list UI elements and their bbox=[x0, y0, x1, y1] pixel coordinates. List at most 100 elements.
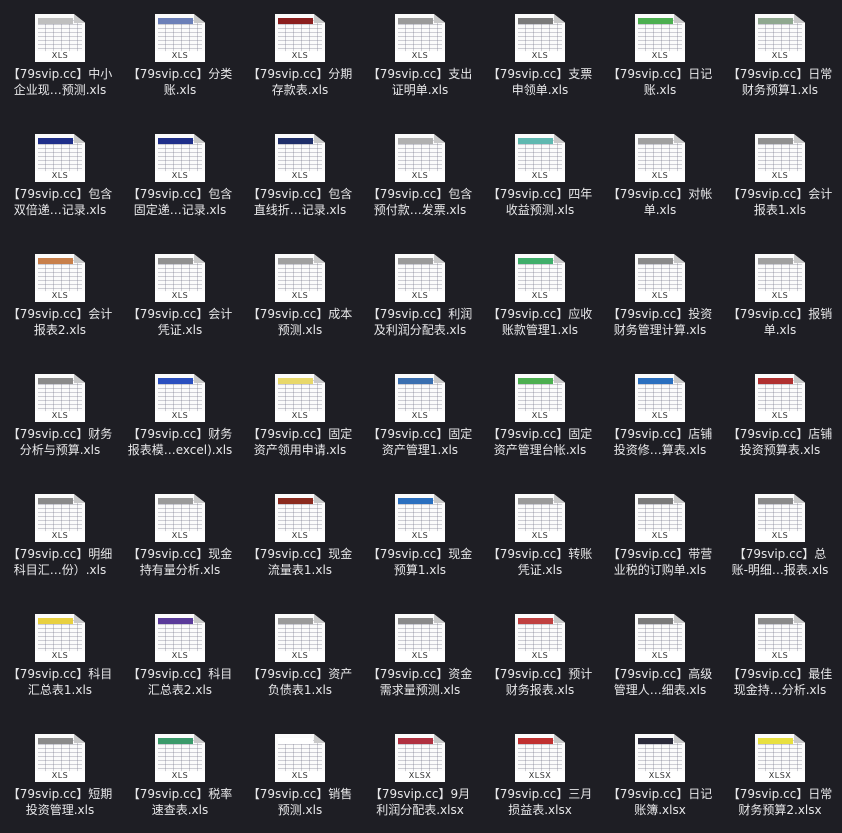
file-name-label[interactable]: 【79svip.cc】固定 资产领用申请.xls bbox=[240, 426, 360, 458]
file-item[interactable]: XLS 【79svip.cc】应收 账款管理1.xls bbox=[480, 240, 600, 350]
spreadsheet-file-icon[interactable]: XLS bbox=[635, 374, 685, 422]
file-name-label[interactable]: 【79svip.cc】销售 预测.xls bbox=[240, 786, 360, 818]
file-item[interactable]: XLS 【79svip.cc】总 账-明细…报表.xls bbox=[720, 480, 840, 590]
file-name-label[interactable]: 【79svip.cc】报销 单.xls bbox=[720, 306, 840, 338]
file-item[interactable]: XLS 【79svip.cc】现金 持有量分析.xls bbox=[120, 480, 240, 590]
spreadsheet-file-icon[interactable]: XLS bbox=[755, 14, 805, 62]
file-name-label[interactable]: 【79svip.cc】包含 预付款…发票.xls bbox=[360, 186, 480, 218]
file-item[interactable]: XLS 【79svip.cc】现金 预算1.xls bbox=[360, 480, 480, 590]
spreadsheet-file-icon[interactable]: XLS bbox=[515, 494, 565, 542]
file-name-label[interactable]: 【79svip.cc】短期 投资管理.xls bbox=[0, 786, 120, 818]
file-item[interactable]: XLS 【79svip.cc】财务 报表模…excel).xls bbox=[120, 360, 240, 470]
file-item[interactable]: XLSX 【79svip.cc】日常 财务预算2.xlsx bbox=[720, 720, 840, 830]
file-name-label[interactable]: 【79svip.cc】科目 汇总表1.xls bbox=[0, 666, 120, 698]
spreadsheet-file-icon[interactable]: XLS bbox=[395, 494, 445, 542]
file-name-label[interactable]: 【79svip.cc】支票 申领单.xls bbox=[480, 66, 600, 98]
file-item[interactable]: XLS 【79svip.cc】店铺 投资预算表.xls bbox=[720, 360, 840, 470]
file-item[interactable]: XLS 【79svip.cc】分期 存款表.xls bbox=[240, 0, 360, 110]
spreadsheet-file-icon[interactable]: XLS bbox=[635, 254, 685, 302]
spreadsheet-file-icon[interactable]: XLS bbox=[635, 614, 685, 662]
file-item[interactable]: XLS 【79svip.cc】成本 预测.xls bbox=[240, 240, 360, 350]
file-item[interactable]: XLS 【79svip.cc】预计 财务报表.xls bbox=[480, 600, 600, 710]
file-name-label[interactable]: 【79svip.cc】财务 报表模…excel).xls bbox=[120, 426, 240, 458]
file-name-label[interactable]: 【79svip.cc】支出 证明单.xls bbox=[360, 66, 480, 98]
spreadsheet-file-icon[interactable]: XLS bbox=[35, 374, 85, 422]
file-item[interactable]: XLS 【79svip.cc】转账 凭证.xls bbox=[480, 480, 600, 590]
file-name-label[interactable]: 【79svip.cc】利润 及利润分配表.xls bbox=[360, 306, 480, 338]
spreadsheet-file-icon[interactable]: XLS bbox=[515, 14, 565, 62]
spreadsheet-file-icon[interactable]: XLSX bbox=[515, 734, 565, 782]
spreadsheet-file-icon[interactable]: XLS bbox=[35, 254, 85, 302]
file-item[interactable]: XLS 【79svip.cc】报销 单.xls bbox=[720, 240, 840, 350]
file-name-label[interactable]: 【79svip.cc】成本 预测.xls bbox=[240, 306, 360, 338]
file-item[interactable]: XLS 【79svip.cc】科目 汇总表2.xls bbox=[120, 600, 240, 710]
spreadsheet-file-icon[interactable]: XLS bbox=[275, 734, 325, 782]
file-name-label[interactable]: 【79svip.cc】分期 存款表.xls bbox=[240, 66, 360, 98]
spreadsheet-file-icon[interactable]: XLS bbox=[635, 134, 685, 182]
spreadsheet-file-icon[interactable]: XLS bbox=[275, 134, 325, 182]
file-name-label[interactable]: 【79svip.cc】包含 固定递…记录.xls bbox=[120, 186, 240, 218]
file-item[interactable]: XLS 【79svip.cc】中小 企业现…预测.xls bbox=[0, 0, 120, 110]
file-item[interactable]: XLS 【79svip.cc】投资 财务管理计算.xls bbox=[600, 240, 720, 350]
file-name-label[interactable]: 【79svip.cc】四年 收益预测.xls bbox=[480, 186, 600, 218]
spreadsheet-file-icon[interactable]: XLS bbox=[755, 614, 805, 662]
file-item[interactable]: XLS 【79svip.cc】带营 业税的订购单.xls bbox=[600, 480, 720, 590]
spreadsheet-file-icon[interactable]: XLS bbox=[755, 254, 805, 302]
spreadsheet-file-icon[interactable]: XLS bbox=[155, 254, 205, 302]
file-name-label[interactable]: 【79svip.cc】日记 账簿.xlsx bbox=[600, 786, 720, 818]
file-item[interactable]: XLS 【79svip.cc】会计 报表2.xls bbox=[0, 240, 120, 350]
file-name-label[interactable]: 【79svip.cc】日常 财务预算1.xls bbox=[720, 66, 840, 98]
file-name-label[interactable]: 【79svip.cc】资产 负债表1.xls bbox=[240, 666, 360, 698]
spreadsheet-file-icon[interactable]: XLS bbox=[35, 134, 85, 182]
file-item[interactable]: XLS 【79svip.cc】包含 固定递…记录.xls bbox=[120, 120, 240, 230]
file-item[interactable]: XLSX 【79svip.cc】9月 利润分配表.xlsx bbox=[360, 720, 480, 830]
file-name-label[interactable]: 【79svip.cc】分类 账.xls bbox=[120, 66, 240, 98]
spreadsheet-file-icon[interactable]: XLS bbox=[635, 494, 685, 542]
file-name-label[interactable]: 【79svip.cc】三月 损益表.xlsx bbox=[480, 786, 600, 818]
file-item[interactable]: XLS 【79svip.cc】高级 管理人…细表.xls bbox=[600, 600, 720, 710]
file-item[interactable]: XLS 【79svip.cc】支票 申领单.xls bbox=[480, 0, 600, 110]
spreadsheet-file-icon[interactable]: XLS bbox=[155, 614, 205, 662]
spreadsheet-file-icon[interactable]: XLS bbox=[275, 14, 325, 62]
spreadsheet-file-icon[interactable]: XLS bbox=[755, 374, 805, 422]
spreadsheet-file-icon[interactable]: XLS bbox=[395, 254, 445, 302]
file-item[interactable]: XLS 【79svip.cc】支出 证明单.xls bbox=[360, 0, 480, 110]
spreadsheet-file-icon[interactable]: XLS bbox=[35, 14, 85, 62]
spreadsheet-file-icon[interactable]: XLS bbox=[155, 734, 205, 782]
file-name-label[interactable]: 【79svip.cc】税率 速查表.xls bbox=[120, 786, 240, 818]
spreadsheet-file-icon[interactable]: XLS bbox=[155, 14, 205, 62]
file-name-label[interactable]: 【79svip.cc】中小 企业现…预测.xls bbox=[0, 66, 120, 98]
file-item[interactable]: XLS 【79svip.cc】固定 资产领用申请.xls bbox=[240, 360, 360, 470]
file-item[interactable]: XLS 【79svip.cc】销售 预测.xls bbox=[240, 720, 360, 830]
spreadsheet-file-icon[interactable]: XLSX bbox=[755, 734, 805, 782]
file-name-label[interactable]: 【79svip.cc】固定 资产管理台帐.xls bbox=[480, 426, 600, 458]
file-name-label[interactable]: 【79svip.cc】明细 科目汇…份）.xls bbox=[0, 546, 120, 578]
file-item[interactable]: XLS 【79svip.cc】最佳 现金持…分析.xls bbox=[720, 600, 840, 710]
file-item[interactable]: XLS 【79svip.cc】固定 资产管理1.xls bbox=[360, 360, 480, 470]
file-item[interactable]: XLS 【79svip.cc】会计 报表1.xls bbox=[720, 120, 840, 230]
spreadsheet-file-icon[interactable]: XLS bbox=[35, 494, 85, 542]
file-item[interactable]: XLS 【79svip.cc】短期 投资管理.xls bbox=[0, 720, 120, 830]
file-item[interactable]: XLS 【79svip.cc】包含 预付款…发票.xls bbox=[360, 120, 480, 230]
file-name-label[interactable]: 【79svip.cc】带营 业税的订购单.xls bbox=[600, 546, 720, 578]
spreadsheet-file-icon[interactable]: XLS bbox=[515, 374, 565, 422]
spreadsheet-file-icon[interactable]: XLS bbox=[515, 614, 565, 662]
file-item[interactable]: XLS 【79svip.cc】对帐 单.xls bbox=[600, 120, 720, 230]
spreadsheet-file-icon[interactable]: XLSX bbox=[395, 734, 445, 782]
file-name-label[interactable]: 【79svip.cc】科目 汇总表2.xls bbox=[120, 666, 240, 698]
spreadsheet-file-icon[interactable]: XLS bbox=[395, 14, 445, 62]
file-item[interactable]: XLS 【79svip.cc】财务 分析与预算.xls bbox=[0, 360, 120, 470]
spreadsheet-file-icon[interactable]: XLS bbox=[275, 614, 325, 662]
file-item[interactable]: XLS 【79svip.cc】分类 账.xls bbox=[120, 0, 240, 110]
file-item[interactable]: XLSX 【79svip.cc】日记 账簿.xlsx bbox=[600, 720, 720, 830]
file-name-label[interactable]: 【79svip.cc】应收 账款管理1.xls bbox=[480, 306, 600, 338]
file-name-label[interactable]: 【79svip.cc】最佳 现金持…分析.xls bbox=[720, 666, 840, 698]
file-name-label[interactable]: 【79svip.cc】日常 财务预算2.xlsx bbox=[720, 786, 840, 818]
file-item[interactable]: XLS 【79svip.cc】利润 及利润分配表.xls bbox=[360, 240, 480, 350]
file-item[interactable]: XLS 【79svip.cc】包含 直线折…记录.xls bbox=[240, 120, 360, 230]
file-name-label[interactable]: 【79svip.cc】店铺 投资预算表.xls bbox=[720, 426, 840, 458]
spreadsheet-file-icon[interactable]: XLS bbox=[275, 494, 325, 542]
file-name-label[interactable]: 【79svip.cc】会计 报表2.xls bbox=[0, 306, 120, 338]
file-item[interactable]: XLS 【79svip.cc】税率 速查表.xls bbox=[120, 720, 240, 830]
file-item[interactable]: XLS 【79svip.cc】固定 资产管理台帐.xls bbox=[480, 360, 600, 470]
